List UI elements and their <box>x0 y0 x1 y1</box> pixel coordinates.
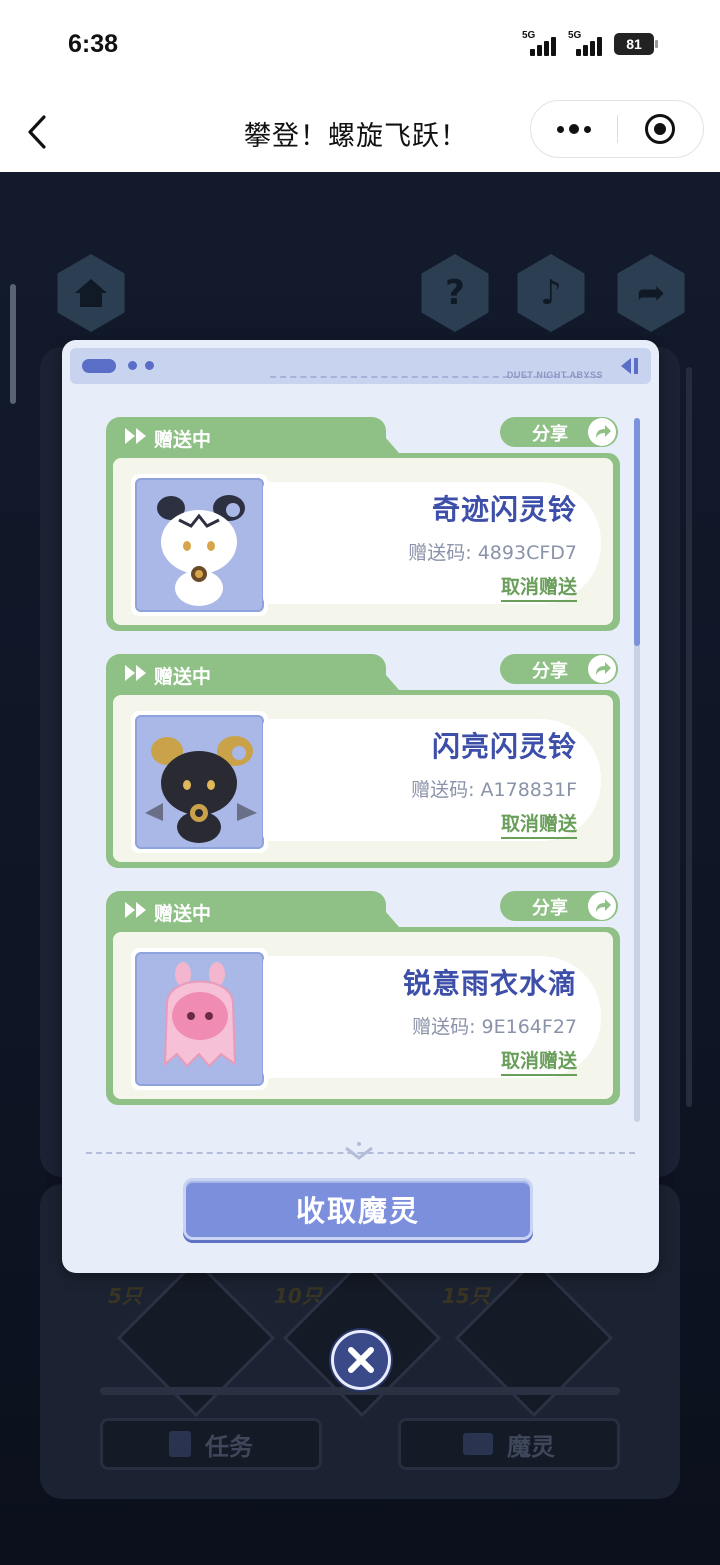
share-button[interactable]: 分享 <box>500 891 618 921</box>
black-goat-icon <box>145 736 257 843</box>
gift-info: 锐意雨衣水滴 赠送码: 9E164F27 取消赠送 <box>263 956 601 1078</box>
separator-chevron-icon <box>345 1142 373 1160</box>
status-indicators: 5G 5G 81 <box>522 30 658 56</box>
capsule-divider <box>617 115 618 143</box>
gift-card: 赠送中 分享 <box>106 654 620 868</box>
status-bar: 6:38 5G 5G 81 <box>0 0 720 92</box>
header-dot <box>145 361 154 370</box>
cancel-gift-button[interactable]: 取消赠送 <box>500 809 577 839</box>
gift-code: 赠送码: 4893CFD7 <box>408 542 577 564</box>
share-icon: ➦ <box>617 254 685 332</box>
share-arrow-icon <box>588 892 616 920</box>
fast-forward-icon <box>125 428 146 444</box>
more-dots-icon <box>557 125 564 133</box>
task-icon <box>169 1431 191 1457</box>
tab-tasks: 任务 <box>100 1418 322 1470</box>
battery-icon: 81 <box>614 33 658 55</box>
help-icon: ? <box>421 254 489 332</box>
share-arrow-icon <box>588 418 616 446</box>
list-scrollbar[interactable] <box>634 418 640 1122</box>
folder-icon <box>463 1433 493 1455</box>
item-name: 闪亮闪灵铃 <box>431 730 577 763</box>
share-arrow-icon <box>588 655 616 683</box>
gift-status: 赠送中 <box>154 903 212 925</box>
list-scrollbar-thumb[interactable] <box>634 418 640 646</box>
background-scrollbar <box>686 367 692 1107</box>
milestone-count: 15只 <box>442 1284 490 1308</box>
header-pill <box>82 359 116 373</box>
share-button[interactable]: 分享 <box>500 654 618 684</box>
gift-status: 赠送中 <box>154 429 212 451</box>
cancel-gift-button[interactable]: 取消赠送 <box>500 1046 577 1076</box>
status-time: 6:38 <box>68 30 119 58</box>
pink-droplet-icon <box>163 962 237 1068</box>
more-button[interactable] <box>531 101 617 157</box>
milestone-count: 5只 <box>108 1284 142 1308</box>
page-scrollbar <box>10 284 16 404</box>
signal-icon: 5G <box>568 30 606 56</box>
close-dialog-button[interactable] <box>331 1330 391 1390</box>
share-button[interactable]: 分享 <box>500 417 618 447</box>
creature-avatar <box>131 711 268 853</box>
gift-info: 闪亮闪灵铃 赠送码: A178831F 取消赠送 <box>263 719 601 841</box>
creature-avatar <box>131 474 268 616</box>
item-name: 锐意雨衣水滴 <box>402 967 577 1000</box>
header-brand: DUET NIGHT ABYSS <box>506 370 603 380</box>
tab-spirits: 魔灵 <box>398 1418 620 1470</box>
collect-spirits-button[interactable]: 收取魔灵 <box>183 1178 533 1240</box>
home-icon <box>57 254 125 332</box>
fast-forward-icon <box>125 665 146 681</box>
gift-status: 赠送中 <box>154 666 212 688</box>
gift-code: 赠送码: A178831F <box>411 779 577 801</box>
item-name: 奇迹闪灵铃 <box>431 493 577 526</box>
gift-code: 赠送码: 9E164F27 <box>412 1016 577 1038</box>
gift-info: 奇迹闪灵铃 赠送码: 4893CFD7 取消赠送 <box>263 482 601 604</box>
fast-forward-icon <box>125 902 146 918</box>
gift-card: 赠送中 分享 <box>106 891 620 1105</box>
gift-list-dialog: DUET NIGHT ABYSS 赠送中 分享 奇迹闪灵铃 赠送码: 4893C… <box>62 340 659 1273</box>
gift-card: 赠送中 分享 <box>106 417 620 631</box>
music-icon: ♪ <box>517 254 585 332</box>
white-goat-icon <box>157 495 245 606</box>
capsule-menu <box>530 100 704 158</box>
header-arrow-icon <box>621 358 638 374</box>
cancel-gift-button[interactable]: 取消赠送 <box>500 572 577 602</box>
header-dot <box>128 361 137 370</box>
close-icon <box>348 1347 374 1373</box>
creature-avatar <box>131 948 268 1090</box>
mini-program-nav-bar: 攀登！螺旋飞跃！ <box>0 92 720 172</box>
close-miniprogram-button[interactable] <box>645 114 675 144</box>
dialog-header: DUET NIGHT ABYSS <box>70 348 651 384</box>
signal-icon: 5G <box>522 30 560 56</box>
